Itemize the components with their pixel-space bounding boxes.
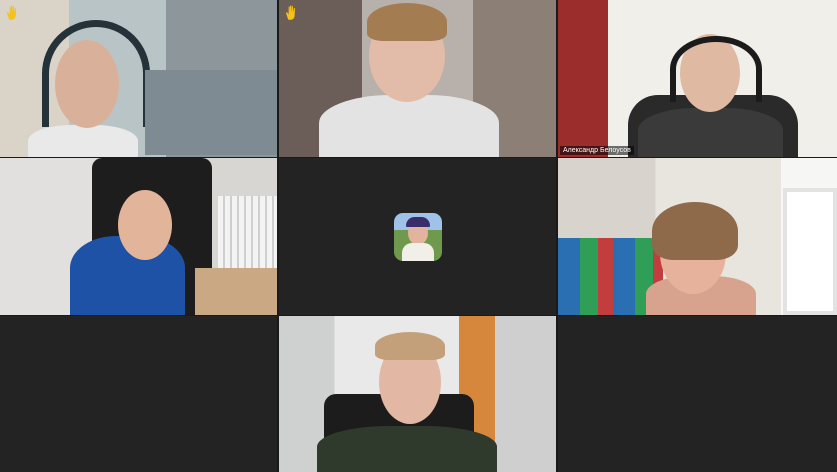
participant-tile-1[interactable] xyxy=(0,0,277,157)
participant-head xyxy=(118,190,172,260)
participant-tile-3[interactable]: Александр Белоусов xyxy=(558,0,837,157)
participant-body xyxy=(638,108,783,157)
participant-body xyxy=(319,95,499,157)
participant-tile-7[interactable] xyxy=(279,316,556,472)
window xyxy=(783,188,837,315)
hair xyxy=(652,202,738,260)
headphones xyxy=(42,20,150,127)
participant-tile-4[interactable] xyxy=(0,158,277,315)
participant-video-1 xyxy=(0,0,277,157)
raised-hand-icon xyxy=(7,5,17,20)
empty-tile-right xyxy=(558,316,837,472)
headset xyxy=(670,36,762,102)
radiator xyxy=(218,196,277,276)
hair xyxy=(367,3,447,41)
avatar-cap xyxy=(405,216,430,227)
participant-video-6 xyxy=(558,158,837,315)
participant-body xyxy=(28,125,138,157)
hair xyxy=(375,332,445,360)
participant-tile-2[interactable] xyxy=(279,0,556,157)
desk xyxy=(195,268,277,315)
bed xyxy=(145,70,277,155)
participant-video-3 xyxy=(558,0,837,157)
participant-tile-6[interactable] xyxy=(558,158,837,315)
empty-tile-left xyxy=(0,316,277,472)
participant-avatar xyxy=(393,212,442,261)
participant-video-7 xyxy=(279,316,556,472)
participant-name: Александр Белоусов xyxy=(560,146,634,155)
avatar-shirt xyxy=(401,242,434,261)
participant-tile-5[interactable] xyxy=(279,158,556,315)
participant-video-2 xyxy=(279,0,556,157)
participant-body xyxy=(317,426,497,472)
participant-video-4 xyxy=(0,158,277,315)
raised-hand-icon xyxy=(286,5,296,20)
